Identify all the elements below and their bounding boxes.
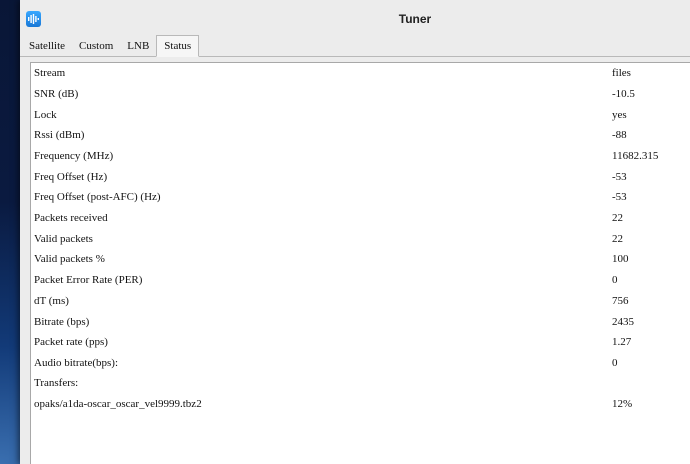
- status-label: Frequency (MHz): [34, 150, 114, 162]
- status-row: SNR (dB) -10.5: [31, 85, 690, 105]
- transfer-progress: 12%: [612, 398, 633, 410]
- status-label: Packet Error Rate (PER): [34, 274, 143, 286]
- tab-custom[interactable]: Custom: [72, 36, 120, 56]
- status-value: yes: [612, 109, 627, 121]
- status-value: -10.5: [612, 88, 635, 100]
- status-value: files: [612, 67, 631, 79]
- status-label: Stream: [34, 67, 66, 79]
- status-value: 756: [612, 295, 629, 307]
- title-bar[interactable]: Tuner: [20, 0, 690, 34]
- status-label: dT (ms): [34, 295, 69, 307]
- status-label: SNR (dB): [34, 88, 79, 100]
- status-row: dT (ms) 756: [31, 292, 690, 312]
- status-value: -53: [612, 191, 627, 203]
- status-label: Freq Offset (Hz): [34, 171, 108, 183]
- status-panel: Stream files SNR (dB) -10.5 Lock yes Rss…: [30, 62, 690, 464]
- status-value: 100: [612, 253, 629, 265]
- tab-bar: Satellite Custom LNB Status: [20, 34, 690, 57]
- status-row: Bitrate (bps) 2435: [31, 313, 690, 333]
- status-row: Rssi (dBm) -88: [31, 126, 690, 146]
- status-row: Valid packets % 100: [31, 250, 690, 270]
- status-label: Lock: [34, 109, 57, 121]
- status-row: Transfers:: [31, 374, 690, 394]
- status-label: Audio bitrate(bps):: [34, 357, 119, 369]
- status-value: -88: [612, 129, 627, 141]
- window-title: Tuner: [398, 12, 432, 26]
- tuner-window: Tuner Satellite Custom LNB Status Stream…: [20, 0, 690, 464]
- status-value: 22: [612, 212, 623, 224]
- transfer-filename: opaks/a1da-oscar_oscar_vel9999.tbz2: [34, 398, 202, 410]
- transfer-row: opaks/a1da-oscar_oscar_vel9999.tbz2 12%: [31, 395, 690, 415]
- status-value: -53: [612, 171, 627, 183]
- status-label: Packet rate (pps): [34, 336, 108, 348]
- status-row: Packet rate (pps) 1.27: [31, 333, 690, 353]
- status-row: Packets received 22: [31, 209, 690, 229]
- tab-satellite[interactable]: Satellite: [22, 36, 72, 56]
- status-value: 2435: [612, 316, 634, 328]
- status-row: Packet Error Rate (PER) 0: [31, 271, 690, 291]
- status-value: 0: [612, 274, 618, 286]
- status-row: Valid packets 22: [31, 230, 690, 250]
- status-value: 1.27: [612, 336, 632, 348]
- status-label: Packets received: [34, 212, 108, 224]
- status-value: 22: [612, 233, 623, 245]
- status-row: Lock yes: [31, 106, 690, 126]
- status-label: Freq Offset (post-AFC) (Hz): [34, 191, 161, 203]
- status-label: Valid packets: [34, 233, 93, 245]
- status-row: Freq Offset (post-AFC) (Hz) -53: [31, 188, 690, 208]
- status-row: Audio bitrate(bps): 0: [31, 354, 690, 374]
- status-row: Stream files: [31, 64, 690, 84]
- tab-lnb[interactable]: LNB: [120, 36, 156, 56]
- tab-status[interactable]: Status: [156, 35, 200, 57]
- status-label: Rssi (dBm): [34, 129, 85, 141]
- status-row: Frequency (MHz) 11682.315: [31, 147, 690, 167]
- status-value: 0: [612, 357, 618, 369]
- status-row: Freq Offset (Hz) -53: [31, 168, 690, 188]
- status-label: Bitrate (bps): [34, 316, 90, 328]
- status-label: Valid packets %: [34, 253, 105, 265]
- status-label: Transfers:: [34, 377, 79, 389]
- status-value: 11682.315: [612, 150, 659, 162]
